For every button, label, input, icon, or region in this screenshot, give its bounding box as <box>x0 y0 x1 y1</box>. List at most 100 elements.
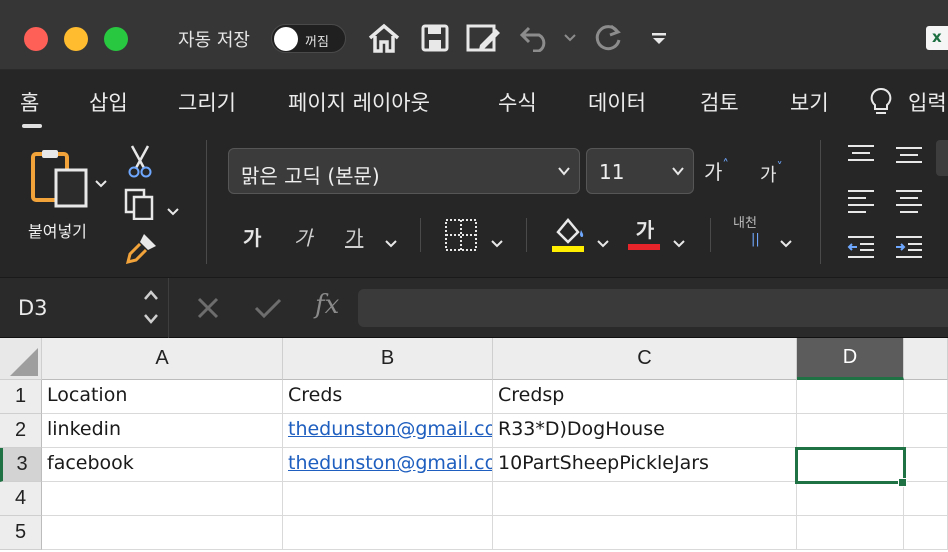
tab-page-layout[interactable]: 페이지 레이아웃 <box>288 87 430 117</box>
cell-d2[interactable] <box>797 414 904 448</box>
align-left-icon[interactable] <box>846 188 876 223</box>
column-header-d[interactable]: D <box>797 338 904 380</box>
separator <box>420 218 421 252</box>
borders-icon[interactable] <box>444 218 478 257</box>
tab-draw[interactable]: 그리기 <box>178 87 236 117</box>
copy-dropdown-icon[interactable] <box>166 198 180 222</box>
cell-b1[interactable]: Creds <box>283 380 493 414</box>
align-top-icon[interactable] <box>846 144 876 171</box>
cell-a4[interactable] <box>42 482 283 516</box>
increase-font-glyph: 가 <box>704 160 723 184</box>
cancel-entry-icon[interactable] <box>196 296 220 325</box>
close-window-button[interactable] <box>24 27 48 51</box>
fill-handle[interactable] <box>898 478 907 487</box>
cell-a1[interactable]: Location <box>42 380 283 414</box>
excel-app-icon: x <box>926 26 948 50</box>
increase-indent-icon[interactable] <box>894 234 924 265</box>
tab-formulas[interactable]: 수식 <box>498 87 537 117</box>
column-header-c[interactable]: C <box>493 338 797 380</box>
phonetic-guide-button[interactable]: 내천 || <box>733 216 760 248</box>
autosave-state: 꺼짐 <box>305 35 329 50</box>
cell-c5[interactable] <box>493 516 797 550</box>
tab-review[interactable]: 검토 <box>700 87 739 117</box>
row-header-4[interactable]: 4 <box>0 482 42 516</box>
underline-button[interactable]: 가 <box>345 222 363 251</box>
format-painter-icon[interactable] <box>124 232 158 269</box>
cell-a2[interactable]: linkedin <box>42 414 283 448</box>
underline-dropdown-icon[interactable] <box>384 230 398 254</box>
cell-b4[interactable] <box>283 482 493 516</box>
decrease-indent-icon[interactable] <box>846 234 876 265</box>
fill-color-icon[interactable] <box>550 216 586 259</box>
cell-d4[interactable] <box>797 482 904 516</box>
redo-icon[interactable] <box>591 20 625 56</box>
separator <box>526 218 527 252</box>
copy-icon[interactable] <box>124 188 158 225</box>
increase-font-size-button[interactable]: 가˄ <box>704 156 729 185</box>
align-center-icon[interactable] <box>894 188 924 223</box>
separator <box>168 278 169 338</box>
undo-dropdown-icon[interactable] <box>560 20 580 56</box>
column-header-b[interactable]: B <box>283 338 493 380</box>
italic-button[interactable]: 가 <box>294 222 312 251</box>
cell-b3[interactable]: thedunston@gmail.com <box>283 448 493 482</box>
formula-input[interactable] <box>358 289 948 327</box>
font-size-select[interactable]: 11 <box>586 148 694 194</box>
zoom-window-button[interactable] <box>104 27 128 51</box>
cell-e1[interactable] <box>904 380 948 414</box>
phonetic-dropdown-icon[interactable] <box>779 230 793 254</box>
paste-dropdown-icon[interactable] <box>94 170 108 194</box>
decrease-font-size-button[interactable]: 가˅ <box>760 160 783 187</box>
cell-c4[interactable] <box>493 482 797 516</box>
tab-data[interactable]: 데이터 <box>588 87 646 117</box>
name-box[interactable]: D3 <box>18 296 48 320</box>
cell-b5[interactable] <box>283 516 493 550</box>
decrease-font-glyph: 가 <box>760 165 777 186</box>
column-header-e[interactable] <box>904 338 948 380</box>
select-all-button[interactable] <box>0 338 42 380</box>
align-middle-icon[interactable] <box>894 144 924 171</box>
align-bottom-icon[interactable] <box>936 140 948 176</box>
cell-e3[interactable] <box>904 448 948 482</box>
cell-a5[interactable] <box>42 516 283 550</box>
row-header-5[interactable]: 5 <box>0 516 42 550</box>
confirm-entry-icon[interactable] <box>253 296 283 325</box>
font-color-dropdown-icon[interactable] <box>672 230 686 254</box>
row-header-3[interactable]: 3 <box>0 448 42 482</box>
save-icon[interactable] <box>420 20 450 56</box>
cell-e2[interactable] <box>904 414 948 448</box>
borders-dropdown-icon[interactable] <box>490 230 504 254</box>
tab-home[interactable]: 홈 <box>20 87 43 128</box>
font-name-select[interactable]: 맑은 고딕 (본문) <box>228 148 580 194</box>
customize-toolbar-icon[interactable] <box>648 20 670 56</box>
cell-d1[interactable] <box>797 380 904 414</box>
autosave-toggle[interactable]: 꺼짐 <box>271 24 346 53</box>
column-header-a[interactable]: A <box>42 338 283 380</box>
tab-view[interactable]: 보기 <box>790 87 829 117</box>
edit-icon[interactable] <box>466 20 502 56</box>
cut-icon[interactable] <box>126 144 154 183</box>
tell-me-icon[interactable] <box>868 87 894 119</box>
cell-e5[interactable] <box>904 516 948 550</box>
home-icon[interactable] <box>366 20 402 56</box>
row-header-2[interactable]: 2 <box>0 414 42 448</box>
font-color-button[interactable]: 가 <box>628 214 662 250</box>
cell-d5[interactable] <box>797 516 904 550</box>
cell-b2[interactable]: thedunston@gmail.com <box>283 414 493 448</box>
tab-insert[interactable]: 삽입 <box>89 87 128 117</box>
minimize-window-button[interactable] <box>64 27 88 51</box>
fill-color-dropdown-icon[interactable] <box>596 230 610 254</box>
cell-e4[interactable] <box>904 482 948 516</box>
row-header-1[interactable]: 1 <box>0 380 42 414</box>
name-box-stepper-icon[interactable] <box>142 286 160 333</box>
font-color-glyph: 가 <box>635 218 655 242</box>
bold-button[interactable]: 가 <box>243 222 261 251</box>
cell-c2[interactable]: R33*D)DogHouse <box>493 414 797 448</box>
cell-c3[interactable]: 10PartSheepPickleJars <box>493 448 797 482</box>
paste-icon[interactable] <box>30 148 90 213</box>
cell-a3[interactable]: facebook <box>42 448 283 482</box>
cell-c1[interactable]: Credsp <box>493 380 797 414</box>
undo-icon[interactable] <box>518 20 552 56</box>
insert-function-icon[interactable]: fx <box>315 290 339 320</box>
tab-input[interactable]: 입력 <box>908 87 947 117</box>
